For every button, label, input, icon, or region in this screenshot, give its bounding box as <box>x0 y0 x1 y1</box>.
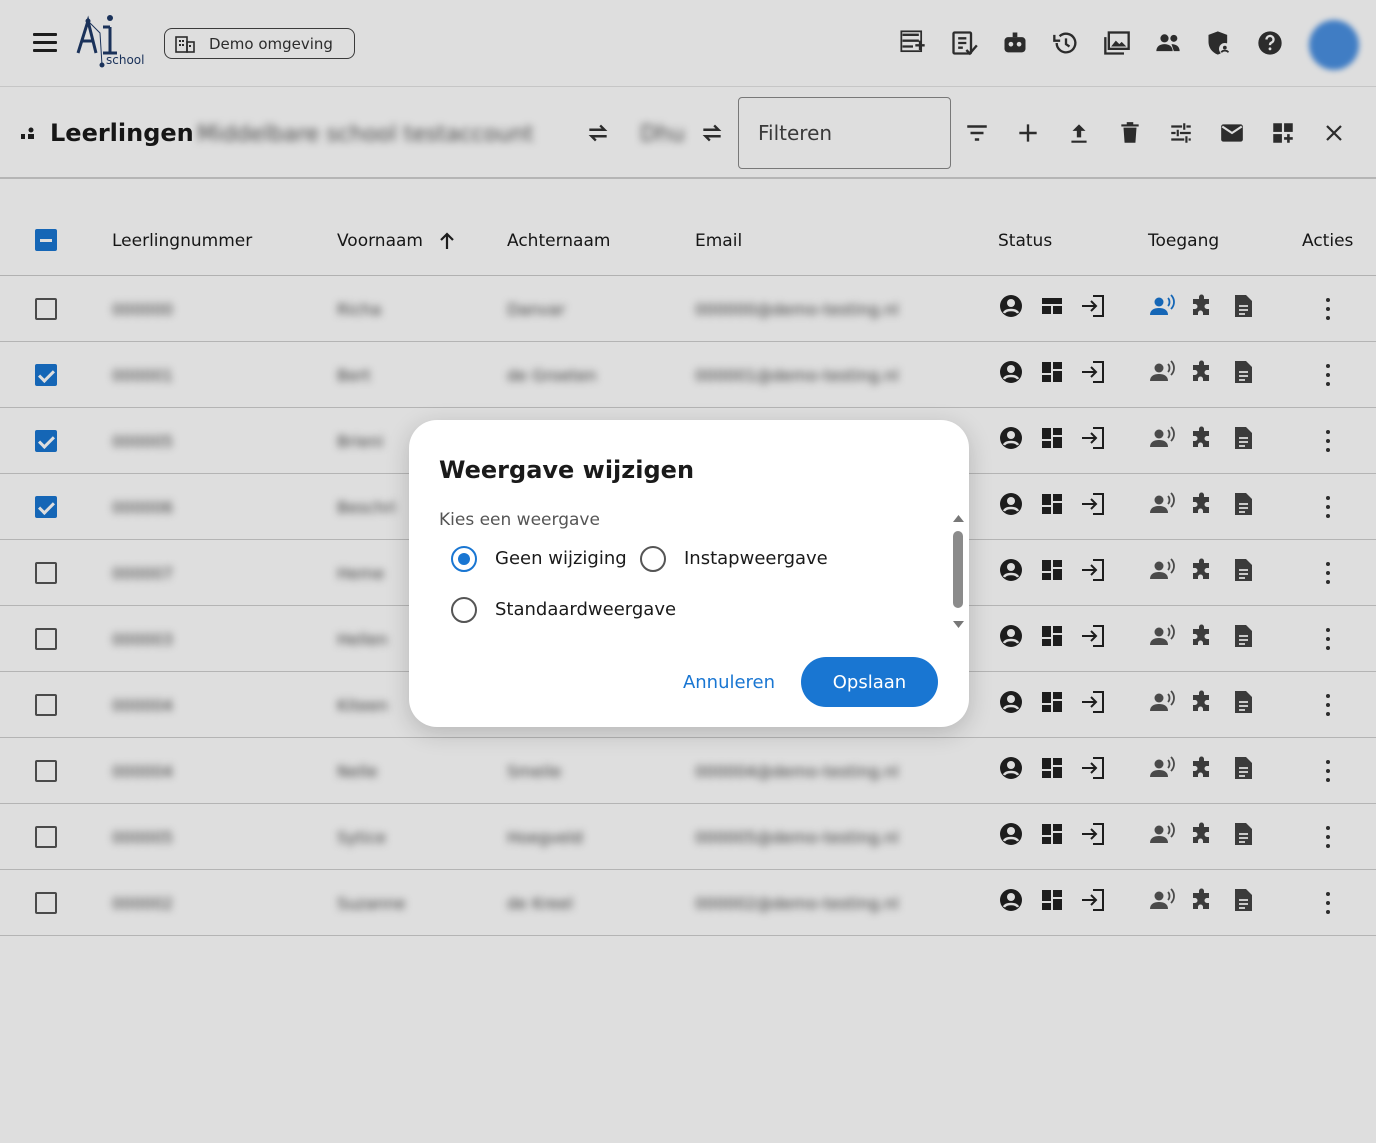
cancel-button[interactable]: Annuleren <box>669 661 789 703</box>
radio-geen-wijziging[interactable] <box>451 546 477 572</box>
scroll-down-icon[interactable] <box>952 620 965 630</box>
radio-instapweergave[interactable] <box>640 546 666 572</box>
dialog-title: Weergave wijzigen <box>439 456 695 484</box>
radio-standaardweergave[interactable] <box>451 597 477 623</box>
dialog-subtitle: Kies een weergave <box>439 510 600 530</box>
dialog-scrollbar[interactable] <box>953 531 963 608</box>
radio-label[interactable]: Instapweergave <box>684 548 828 569</box>
save-button[interactable]: Opslaan <box>801 657 938 707</box>
radio-label[interactable]: Standaardweergave <box>495 599 676 620</box>
radio-label[interactable]: Geen wijziging <box>495 548 627 569</box>
scroll-up-icon[interactable] <box>952 513 965 523</box>
